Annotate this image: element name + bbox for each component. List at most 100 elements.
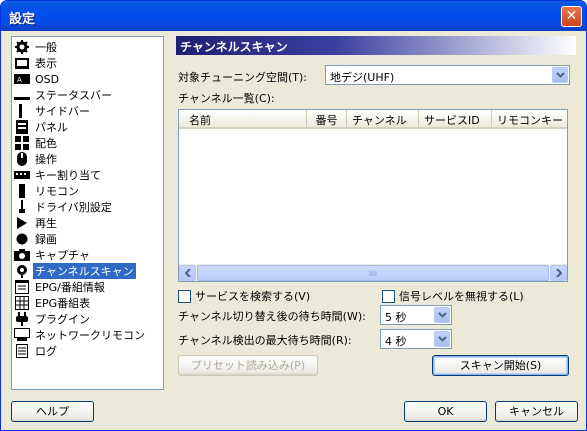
tree-item-label: キー割り当て: [35, 169, 101, 182]
tree-item-network-remote[interactable]: ネットワークリモコン: [14, 327, 162, 343]
log-icon: [14, 344, 30, 358]
palette-icon: [14, 136, 30, 150]
start-scan-button[interactable]: スキャン開始(S): [432, 355, 569, 376]
tuning-space-value: 地デジ(UHF): [330, 71, 395, 84]
tree-item-label: EPG番組表: [35, 297, 91, 310]
tree-item-general[interactable]: 一般: [14, 39, 162, 55]
record-icon: [14, 232, 30, 246]
switch-wait-label: チャンネル切り替え後の待ち時間(W):: [178, 310, 366, 323]
column-header-service-id[interactable]: サービスID: [419, 110, 492, 127]
tree-item-log[interactable]: ログ: [14, 343, 162, 359]
tree-item-label: ドライバ別設定: [35, 201, 112, 214]
help-button[interactable]: ヘルプ: [11, 401, 94, 422]
panel-title: チャンネルスキャン: [180, 40, 288, 54]
tree-item-remote[interactable]: リモコン: [14, 183, 162, 199]
keyboard-icon: [14, 168, 30, 182]
ignore-signal-checkbox[interactable]: 信号レベルを無視する(L): [382, 288, 524, 304]
statusbar-icon: [14, 88, 30, 102]
tree-item-keys[interactable]: キー割り当て: [14, 167, 162, 183]
scroll-thumb[interactable]: [197, 265, 549, 281]
play-icon: [14, 216, 30, 230]
camera-icon: [14, 248, 30, 262]
search-services-checkbox[interactable]: サービスを検索する(V): [178, 288, 310, 304]
load-preset-button[interactable]: プリセット読み込み(P): [178, 355, 318, 376]
tree-item-statusbar[interactable]: ステータスバー: [14, 87, 162, 103]
tree-item-label: チャンネルスキャン: [33, 263, 136, 279]
column-header-number[interactable]: 番号: [307, 110, 347, 127]
tree-item-label: 配色: [35, 137, 57, 150]
chevron-down-icon[interactable]: [552, 67, 568, 83]
svg-text:A: A: [17, 76, 22, 84]
column-header-remote-key[interactable]: リモコンキー: [492, 110, 567, 127]
tree-item-playback[interactable]: 再生: [14, 215, 162, 231]
tree-item-label: ネットワークリモコン: [35, 329, 145, 342]
switch-wait-value: 5 秒: [385, 311, 407, 324]
gear-icon: [14, 40, 30, 54]
tree-item-panel[interactable]: パネル: [14, 119, 162, 135]
tree-item-label: サイドバー: [35, 105, 90, 118]
tree-item-label: リモコン: [35, 185, 79, 198]
tree-item-driver[interactable]: ドライバ別設定: [14, 199, 162, 215]
category-tree[interactable]: 一般 表示 A OSD ステータスバー サイドバー パネル 配色 操作 キー割り…: [11, 36, 164, 390]
close-button[interactable]: ✕: [561, 6, 582, 27]
epg-table-icon: [14, 296, 30, 310]
cancel-button[interactable]: キャンセル: [495, 401, 578, 422]
channel-list-label: チャンネル一覧(C):: [178, 92, 275, 105]
tree-item-label: 再生: [35, 217, 57, 230]
remote-icon: [14, 184, 30, 198]
tree-item-label: キャプチャ: [35, 249, 90, 262]
tree-item-epg-info[interactable]: EPG/番組情報: [14, 279, 162, 295]
tuning-space-select[interactable]: 地デジ(UHF): [325, 65, 570, 85]
ignore-signal-label: 信号レベルを無視する(L): [399, 290, 524, 303]
ok-button[interactable]: OK: [404, 401, 487, 422]
chevron-down-icon[interactable]: [434, 307, 450, 323]
channel-list-header: 名前 番号 チャンネル サービスID リモコンキー: [179, 110, 567, 129]
tree-item-label: ステータスバー: [35, 89, 112, 102]
panel-icon: [14, 120, 30, 134]
chevron-down-icon[interactable]: [434, 331, 450, 347]
sidebar-icon: [14, 104, 30, 118]
tree-item-label: 操作: [35, 153, 57, 166]
osd-icon: A: [14, 72, 30, 86]
tree-item-label: プラグイン: [35, 313, 90, 326]
tree-item-record[interactable]: 録画: [14, 231, 162, 247]
max-wait-value: 4 秒: [385, 335, 407, 348]
mouse-icon: [14, 152, 30, 166]
column-header-channel[interactable]: チャンネル: [347, 110, 419, 127]
tree-item-channel-scan[interactable]: チャンネルスキャン: [14, 263, 162, 279]
max-wait-label: チャンネル検出の最大待ち時間(R):: [178, 334, 352, 347]
tree-item-label: OSD: [35, 72, 60, 86]
tree-item-display[interactable]: 表示: [14, 55, 162, 71]
checkbox-box[interactable]: [382, 289, 395, 303]
driver-icon: [14, 200, 30, 214]
scroll-right-button[interactable]: [550, 265, 567, 281]
tree-item-label: パネル: [35, 121, 68, 134]
tree-item-label: 表示: [35, 57, 57, 70]
scroll-left-button[interactable]: [179, 265, 196, 281]
panel-header: チャンネルスキャン: [176, 36, 576, 55]
tree-item-label: EPG/番組情報: [35, 281, 105, 294]
antenna-icon: [14, 264, 30, 278]
tree-item-sidebar[interactable]: サイドバー: [14, 103, 162, 119]
network-icon: [14, 328, 30, 342]
tree-item-colors[interactable]: 配色: [14, 135, 162, 151]
channel-list[interactable]: 名前 番号 チャンネル サービスID リモコンキー: [178, 109, 568, 282]
title-bar[interactable]: 設定 ✕: [1, 1, 586, 31]
tree-item-capture[interactable]: キャプチャ: [14, 247, 162, 263]
tree-item-osd[interactable]: A OSD: [14, 71, 162, 87]
epg-icon: [14, 280, 30, 294]
horizontal-scrollbar[interactable]: [179, 264, 567, 281]
tree-item-operation[interactable]: 操作: [14, 151, 162, 167]
switch-wait-select[interactable]: 5 秒: [380, 305, 452, 325]
tuning-space-label: 対象チューニング空間(T):: [178, 71, 308, 84]
tree-item-label: 一般: [35, 41, 57, 54]
tree-item-label: 録画: [35, 233, 57, 246]
checkbox-box[interactable]: [178, 289, 191, 303]
tree-item-label: ログ: [35, 345, 57, 358]
settings-dialog: 設定 ✕ 一般 表示 A OSD ステータスバー サイドバー パネル 配色 操作…: [0, 0, 587, 431]
tree-item-plugins[interactable]: プラグイン: [14, 311, 162, 327]
window-title: 設定: [9, 12, 36, 27]
max-wait-select[interactable]: 4 秒: [380, 329, 452, 349]
tree-item-epg-table[interactable]: EPG番組表: [14, 295, 162, 311]
column-header-name[interactable]: 名前: [179, 110, 307, 127]
